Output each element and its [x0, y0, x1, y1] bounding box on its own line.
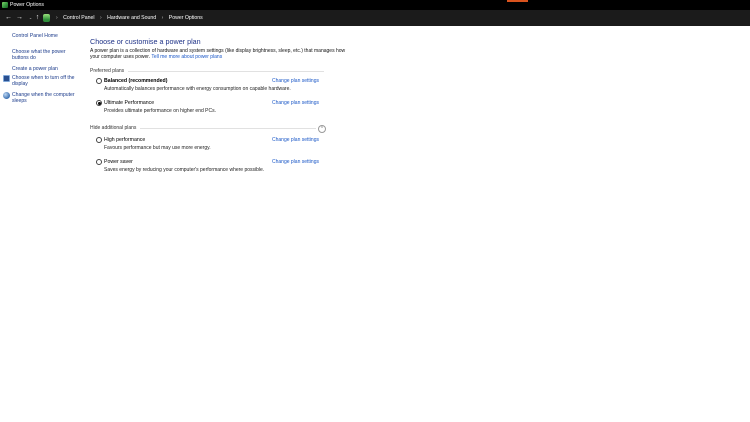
plan-desc-power-saver: Saves energy by reducing your computer's… — [104, 167, 265, 173]
preferred-plans-divider — [128, 71, 324, 72]
radio-power-saver[interactable] — [96, 159, 102, 165]
forward-arrow-icon[interactable]: → — [15, 13, 24, 22]
window-title: Power Options — [10, 2, 45, 8]
sidebar-link-turn-off-display[interactable]: Choose when to turn off the display — [12, 75, 78, 87]
plan-desc-ultimate-performance: Provides ultimate performance on higher … — [104, 108, 217, 114]
additional-plans-divider — [140, 128, 316, 129]
plan-name-high-performance[interactable]: High performance — [104, 137, 145, 143]
breadcrumb-power-options[interactable]: Power Options — [169, 15, 203, 21]
power-options-icon — [2, 2, 8, 8]
sidebar-link-power-buttons[interactable]: Choose what the power buttons do — [12, 49, 78, 61]
intro-help-link[interactable]: Tell me more about power plans — [151, 54, 222, 60]
up-arrow-icon[interactable]: ↑ — [33, 13, 42, 22]
intro-text: A power plan is a collection of hardware… — [90, 48, 355, 60]
taskbar-accent — [507, 0, 528, 2]
hide-additional-plans-label[interactable]: Hide additional plans — [90, 125, 136, 131]
back-arrow-icon[interactable]: ← — [4, 13, 13, 22]
breadcrumb-separator: › — [56, 15, 58, 21]
location-power-icon — [43, 14, 50, 22]
monitor-icon — [3, 75, 10, 82]
breadcrumb-separator: › — [161, 15, 164, 21]
plan-name-ultimate-performance[interactable]: Ultimate Performance — [104, 100, 154, 106]
plan-desc-high-performance: Favours performance but may use more ene… — [104, 145, 211, 151]
change-plan-settings-power-saver[interactable]: Change plan settings — [272, 159, 319, 165]
radio-high-performance[interactable] — [96, 137, 102, 143]
change-plan-settings-balanced[interactable]: Change plan settings — [272, 78, 319, 84]
radio-ultimate-performance[interactable] — [96, 100, 102, 106]
plan-name-balanced[interactable]: Balanced (recommended) — [104, 78, 167, 84]
sidebar-link-control-panel-home[interactable]: Control Panel Home — [12, 33, 78, 39]
breadcrumb: › Control Panel › Hardware and Sound › P… — [52, 14, 203, 22]
change-plan-settings-high-performance[interactable]: Change plan settings — [272, 137, 319, 143]
plan-name-power-saver[interactable]: Power saver — [104, 159, 133, 165]
collapse-chevron-icon[interactable]: ⌃ — [318, 125, 326, 133]
breadcrumb-control-panel[interactable]: Control Panel — [63, 15, 94, 21]
page-title: Choose or customise a power plan — [90, 37, 201, 46]
sleep-moon-icon — [3, 92, 10, 99]
address-bar: ← → ⌄ ↑ › Control Panel › Hardware and S… — [0, 10, 750, 26]
breadcrumb-separator: › — [100, 15, 102, 21]
change-plan-settings-ultimate[interactable]: Change plan settings — [272, 100, 319, 106]
sidebar-link-computer-sleeps[interactable]: Change when the computer sleeps — [12, 92, 78, 104]
breadcrumb-hardware-and-sound[interactable]: Hardware and Sound — [107, 15, 156, 21]
preferred-plans-label: Preferred plans — [90, 68, 125, 74]
sidebar-link-create-plan[interactable]: Create a power plan — [12, 66, 78, 72]
plan-desc-balanced: Automatically balances performance with … — [104, 86, 291, 92]
title-bar: Power Options — [0, 0, 750, 10]
radio-balanced[interactable] — [96, 78, 102, 84]
